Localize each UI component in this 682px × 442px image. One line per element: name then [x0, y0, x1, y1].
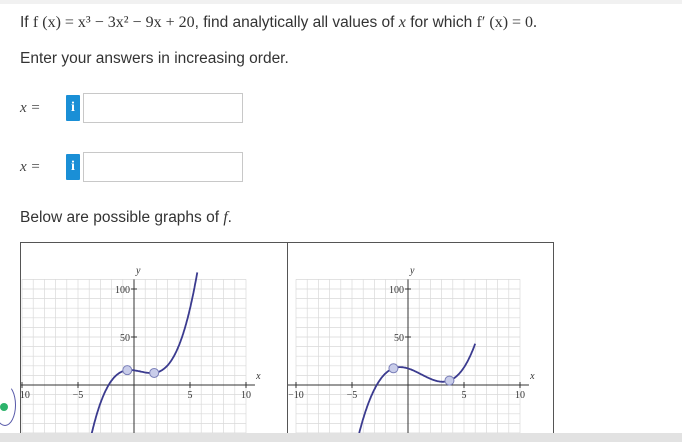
graph-2-plot: −10 −5 5 10 100 50 y x	[288, 265, 535, 442]
x-tick-label: −10	[21, 390, 30, 401]
x-axis-label: x	[255, 371, 261, 382]
answer-label: x =	[20, 159, 41, 175]
y-tick-label: 50	[120, 333, 130, 344]
y-tick-label: 100	[389, 285, 404, 296]
question-text: If f (x) = x³ − 3x² − 9x + 20, find anal…	[20, 14, 537, 32]
graph-1-plot: −10 −5 5 10 100 50 y x	[21, 265, 261, 442]
info-icon[interactable]: i	[66, 154, 80, 180]
y-tick-label: 50	[394, 333, 404, 344]
answer-input-1[interactable]	[83, 93, 243, 123]
curve	[356, 343, 477, 442]
answer-label: x =	[20, 100, 41, 116]
x-tick-label: 10	[241, 390, 251, 401]
x-tick-label: 5	[462, 390, 467, 401]
curve	[88, 272, 199, 442]
question-middle: , find analytically all values of	[194, 14, 399, 31]
function-expression: f (x) = x³ − 3x² − 9x + 20	[32, 14, 195, 31]
critical-point	[388, 363, 399, 374]
side-dot	[0, 403, 8, 411]
critical-point	[149, 367, 160, 378]
question-prefix: If	[20, 14, 33, 31]
graphs-caption: Below are possible graphs of f.	[20, 209, 232, 227]
answer-input-2[interactable]	[83, 152, 243, 182]
derivative-expression: f′ (x) = 0.	[476, 14, 538, 31]
instruction-text: Enter your answers in increasing order.	[20, 50, 289, 67]
caption-period: .	[227, 209, 232, 226]
critical-point	[444, 375, 455, 386]
graph-option-2[interactable]: −10 −5 5 10 100 50 y x	[287, 242, 554, 442]
caption-text: Below are possible graphs of	[20, 209, 224, 226]
info-icon[interactable]: i	[66, 95, 80, 121]
question-var: x	[398, 14, 406, 31]
x-tick-label: 10	[515, 390, 525, 401]
answer-row-2: x = i	[20, 151, 243, 183]
top-border	[0, 0, 682, 4]
x-axis-label: x	[529, 371, 535, 382]
question-suffix: for which	[405, 14, 477, 31]
horizontal-scrollbar[interactable]	[0, 433, 682, 442]
x-tick-label: −10	[288, 390, 304, 401]
x-tick-label: 5	[188, 390, 193, 401]
critical-point	[122, 365, 133, 376]
x-tick-label: −5	[73, 390, 84, 401]
graph-option-1[interactable]: −10 −5 5 10 100 50 y x	[20, 242, 288, 442]
x-tick-label: −5	[347, 390, 358, 401]
y-axis-label: y	[409, 265, 415, 276]
answer-row-1: x = i	[20, 92, 243, 124]
y-axis-label: y	[135, 265, 141, 276]
y-tick-label: 100	[115, 285, 130, 296]
